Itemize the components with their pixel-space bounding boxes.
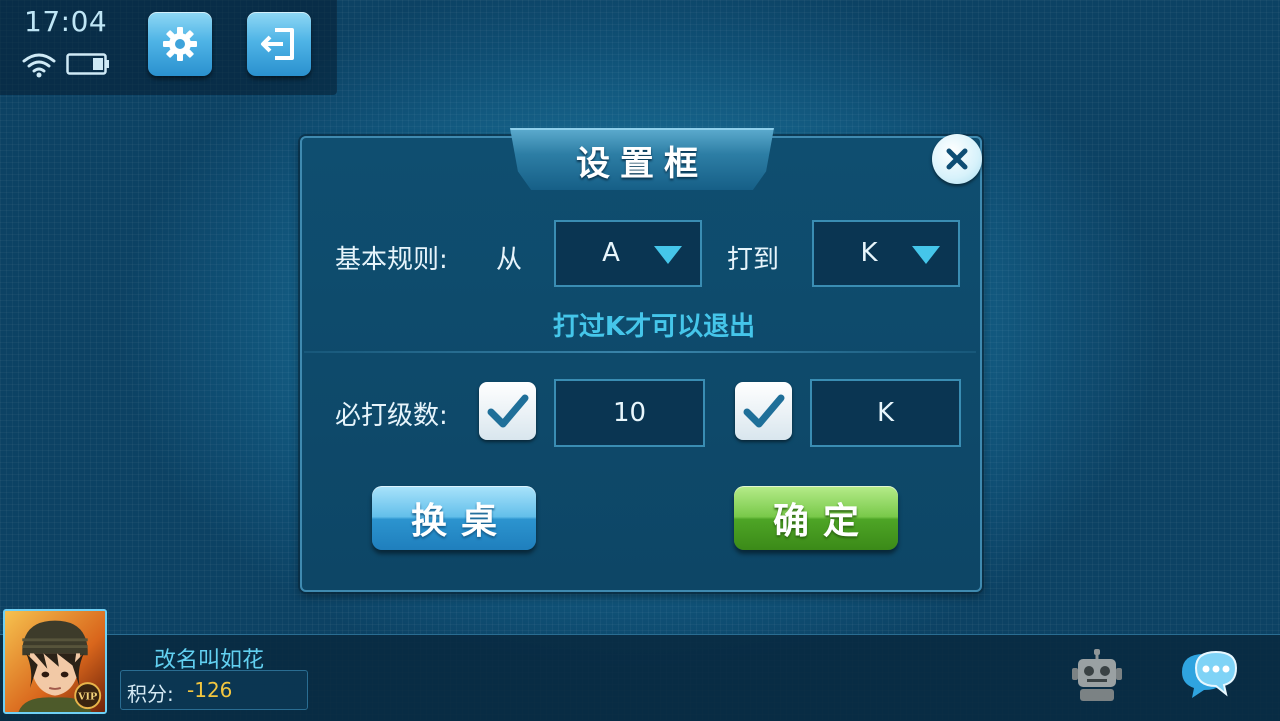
hint-text: 打过K才可以退出 (552, 312, 756, 342)
checkmark-icon (487, 394, 528, 428)
level-checkbox-1[interactable] (479, 382, 536, 440)
to-label: 打到 (727, 245, 780, 275)
from-select-value: A (602, 238, 620, 268)
to-select-value: K (860, 238, 878, 268)
chevron-down-icon (654, 246, 682, 264)
avatar[interactable]: VIP (3, 609, 107, 714)
level-value-2[interactable]: K (810, 379, 961, 447)
level-value-1[interactable]: 10 (554, 379, 705, 447)
vip-badge: VIP (77, 691, 97, 702)
chat-icon[interactable] (1176, 646, 1240, 702)
avatar-portrait: VIP (5, 611, 105, 712)
exit-icon (261, 28, 294, 60)
close-icon (946, 148, 968, 170)
battery-icon (66, 53, 109, 75)
required-level-label: 必打级数: (335, 401, 448, 431)
rules-label: 基本规则: (335, 245, 448, 275)
robot-icon[interactable] (1070, 648, 1124, 702)
checkmark-icon (743, 394, 784, 428)
gear-icon (163, 27, 197, 61)
level-checkbox-2[interactable] (735, 382, 792, 440)
wifi-icon (22, 53, 56, 78)
score-box: 积分: -126 (120, 670, 308, 710)
to-select[interactable]: K (812, 220, 960, 287)
change-table-button[interactable]: 换桌 (372, 486, 536, 550)
chevron-down-icon (912, 246, 940, 264)
confirm-button[interactable]: 确定 (734, 486, 898, 550)
clock: 17:04 (24, 5, 108, 38)
score-label: 积分: (127, 682, 174, 706)
from-select[interactable]: A (554, 220, 702, 287)
score-value: -126 (187, 678, 233, 702)
close-button[interactable] (932, 134, 982, 184)
from-label: 从 (496, 245, 523, 275)
exit-button[interactable] (247, 12, 311, 76)
divider (304, 351, 976, 353)
settings-button[interactable] (148, 12, 212, 76)
dialog-title: 设置框 (576, 144, 708, 184)
